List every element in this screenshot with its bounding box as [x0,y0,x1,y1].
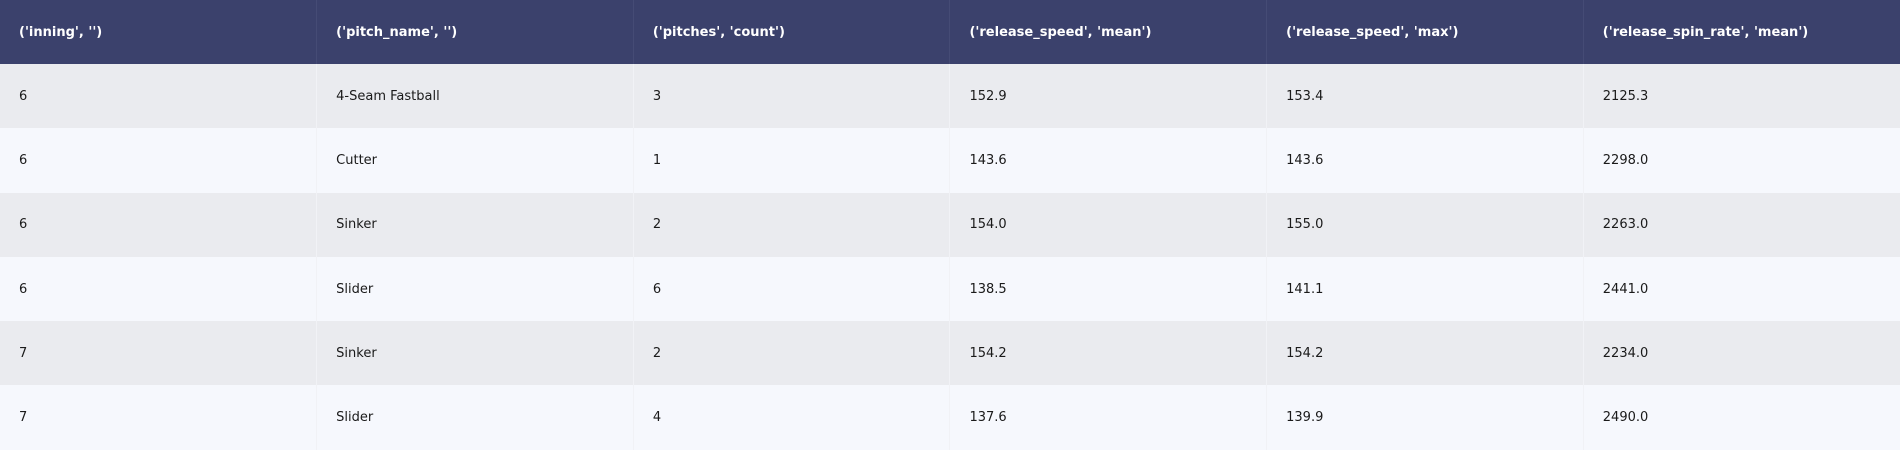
cell-release-speed-mean: 154.0 [949,192,1268,257]
cell-release-speed-max: 143.6 [1266,128,1584,193]
cell-pitch-name: Slider [316,256,634,322]
cell-release-spin-rate-mean: 2234.0 [1602,345,1649,361]
table-row: 6 4-Seam Fastball 3 152.9 153.4 2125.3 [0,64,1900,129]
cell-release-spin-rate-mean: 2263.0 [1602,217,1649,233]
header-row: ('inning', '') ('pitch_name', '') ('pitc… [0,0,1900,64]
cell-release-speed-mean: 143.6 [949,128,1268,193]
cell-release-spin-rate-mean: 2490.0 [1602,410,1649,426]
table-row: 6 Slider 6 138.5 141.1 2441.0 [0,256,1900,322]
cell-release-speed-max: 141.1 [1266,256,1584,322]
cell-release-spin-rate-mean: 2298.0 [1602,152,1649,168]
cell-release-spin-rate-mean: 2125.3 [1602,88,1649,104]
cell-release-speed-mean: 137.6 [949,385,1268,450]
cell-inning: 6 [0,192,318,257]
table-row: 6 Cutter 1 143.6 143.6 2298.0 [0,128,1900,193]
column-header-pitch-name: ('pitch_name', '') [316,0,634,64]
cell-release-speed-mean: 154.2 [949,321,1268,386]
cell-release-speed-mean: 152.9 [949,64,1268,129]
cell-release-speed-max: 155.0 [1266,192,1584,257]
table-header: ('inning', '') ('pitch_name', '') ('pitc… [0,0,1900,64]
cell-inning: 6 [0,256,318,322]
cell-pitch-name: Sinker [316,192,634,257]
cell-inning: 7 [0,321,318,386]
cell-release-spin-rate-mean: 2441.0 [1602,281,1649,297]
column-header-inning: ('inning', '') [0,0,318,64]
table-row: 7 Sinker 2 154.2 154.2 2234.0 [0,321,1900,386]
cell-pitches-count: 2 [633,321,951,386]
cell-release-speed-max: 154.2 [1266,321,1584,386]
cell-release-speed-mean: 138.5 [949,256,1268,322]
cell-pitches-count: 4 [633,385,951,450]
cell-inning: 6 [0,128,318,193]
column-header-release-speed-max: ('release_speed', 'max') [1266,0,1584,64]
cell-pitch-name: Cutter [316,128,634,193]
column-header-pitches-count: ('pitches', 'count') [633,0,951,64]
column-header-release-speed-mean: ('release_speed', 'mean') [949,0,1268,64]
cell-release-speed-max: 153.4 [1266,64,1584,129]
column-header-release-spin-rate-mean: ('release_spin_rate', 'mean') [1602,24,1809,40]
cell-release-speed-max: 139.9 [1266,385,1584,450]
cell-pitch-name: Slider [316,385,634,450]
table-row: 6 Sinker 2 154.0 155.0 2263.0 [0,192,1900,257]
cell-inning: 7 [0,385,318,450]
table-body: 6 4-Seam Fastball 3 152.9 153.4 2125.3 6… [0,64,1900,450]
cell-pitches-count: 1 [633,128,951,193]
cell-pitches-count: 2 [633,192,951,257]
cell-pitches-count: 3 [633,64,951,129]
cell-pitches-count: 6 [633,256,951,322]
cell-pitch-name: Sinker [316,321,634,386]
table-row: 7 Slider 4 137.6 139.9 2490.0 [0,385,1900,450]
data-table: ('inning', '') ('pitch_name', '') ('pitc… [0,0,1900,450]
cell-inning: 6 [0,64,318,129]
cell-pitch-name: 4-Seam Fastball [316,64,634,129]
